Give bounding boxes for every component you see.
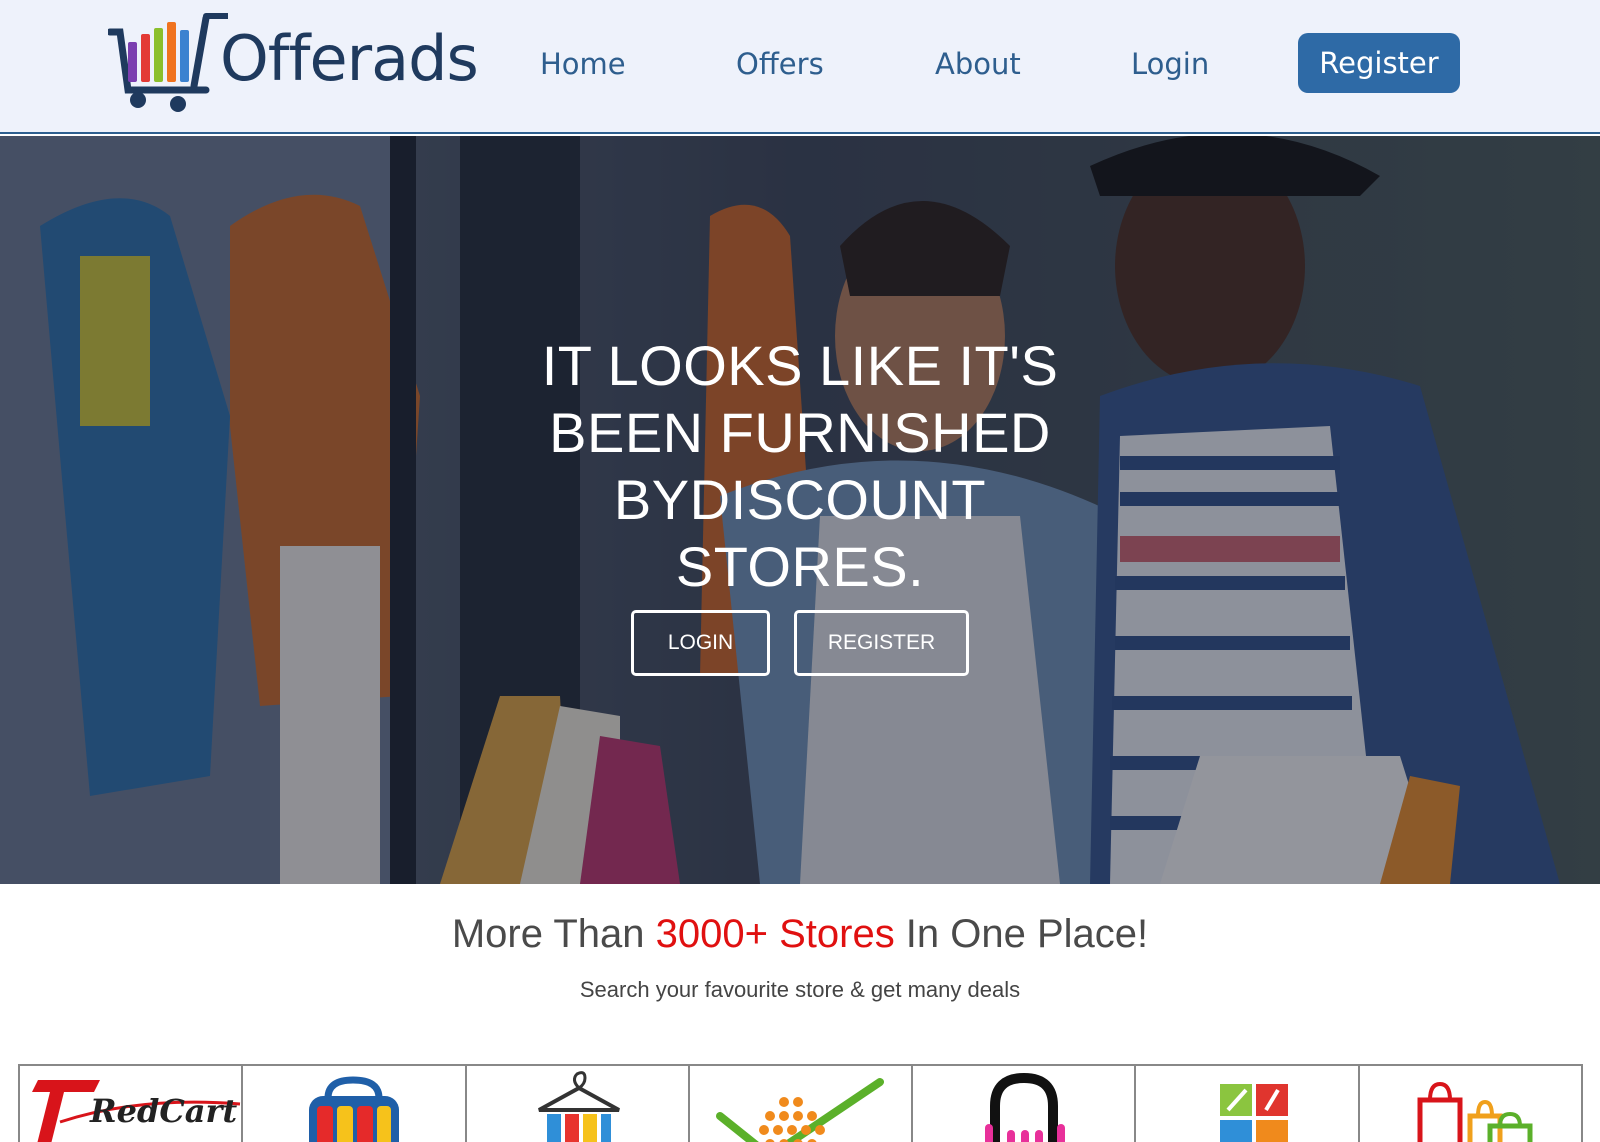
nav-login[interactable]: Login: [1131, 44, 1209, 84]
hero-title-line: BEEN FURNISHED: [549, 401, 1051, 464]
site-header: Offerads Home Offers About Login Registe…: [0, 0, 1600, 134]
store-card-bags[interactable]: [1359, 1066, 1581, 1142]
stores-heading-prefix: More Than: [451, 912, 656, 956]
stores-heading-suffix: In One Place!: [894, 912, 1149, 956]
shopping-bag-icon: [309, 1076, 400, 1142]
hanger-icon: [537, 1071, 620, 1142]
store-card-bagoutline[interactable]: [913, 1066, 1137, 1142]
redcart-logo-icon: RedCart: [32, 1080, 241, 1142]
store-card-redcart[interactable]: RedCart: [20, 1066, 244, 1142]
hero-login-button[interactable]: LOGIN: [631, 610, 770, 676]
hero-title: IT LOOKS LIKE IT'S BEEN FURNISHED BYDISC…: [500, 332, 1100, 600]
grid-tiles-icon: [1220, 1084, 1289, 1142]
nav-register-button[interactable]: Register: [1298, 33, 1460, 93]
offerads-logo[interactable]: Offerads: [108, 10, 479, 114]
store-card-tiles[interactable]: [1136, 1066, 1360, 1142]
cart-check-icon: [715, 1078, 884, 1142]
hero-title-line: BYDISCOUNT: [613, 468, 987, 531]
nav-about[interactable]: About: [935, 44, 1021, 84]
store-card-bag[interactable]: [243, 1066, 467, 1142]
stores-heading-highlight: 3000+ Stores: [655, 912, 895, 956]
store-logo-grid: RedCart: [18, 1064, 1583, 1142]
store-card-cartcheck[interactable]: [689, 1066, 914, 1142]
store-card-hanger[interactable]: [466, 1066, 690, 1142]
hero-title-line: IT LOOKS LIKE IT'S: [541, 334, 1059, 397]
hero-banner: IT LOOKS LIKE IT'S BEEN FURNISHED BYDISC…: [0, 136, 1600, 884]
hero-title-line: STORES.: [675, 535, 925, 598]
nav-home[interactable]: Home: [540, 44, 626, 84]
redcart-logo-text: RedCart: [89, 1092, 237, 1130]
nav-offers[interactable]: Offers: [736, 44, 824, 84]
stores-subheading: Search your favourite store & get many d…: [579, 977, 1021, 1002]
bag-outline-icon: [985, 1072, 1066, 1142]
stores-heading: More Than 3000+ Stores In One Place!: [0, 912, 1600, 957]
logo-text: Offerads: [220, 22, 479, 95]
cart-logo-icon: [108, 13, 228, 112]
bags-icon: [1417, 1081, 1533, 1142]
hero-register-button[interactable]: REGISTER: [794, 610, 969, 676]
